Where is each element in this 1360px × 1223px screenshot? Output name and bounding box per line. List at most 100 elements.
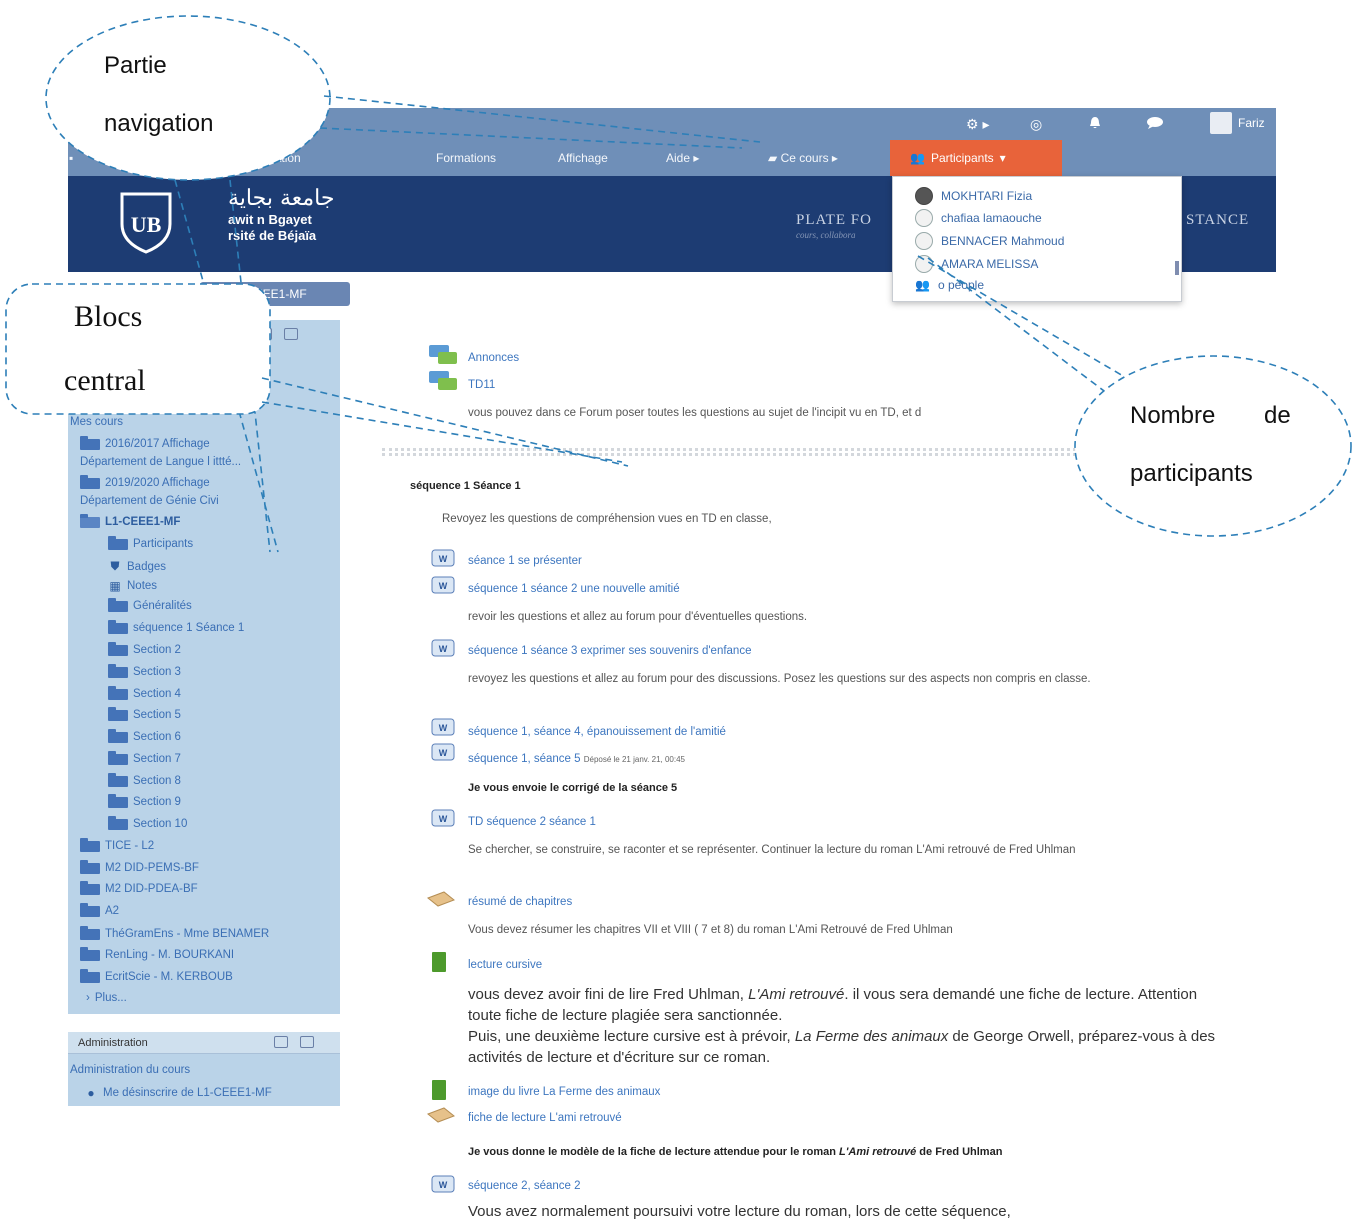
help-icon[interactable]: ◎: [1030, 116, 1042, 132]
nav-item-collaboration[interactable]: Collaboration: [230, 151, 301, 165]
activity-resume-chapitres[interactable]: résumé de chapitres: [468, 896, 572, 908]
user-menu[interactable]: Fariz: [1210, 112, 1265, 134]
nav-participants-button[interactable]: 👥 Participants ▾: [890, 140, 1062, 176]
sidebar-item-section-10[interactable]: Section 10: [108, 815, 187, 830]
sidebar-item-section-3[interactable]: Section 3: [108, 663, 181, 678]
activity-seance-5[interactable]: séquence 1, séance 5 Déposé le 21 janv. …: [468, 753, 685, 765]
sidebar-item-ecritscie[interactable]: EcritScie - M. KERBOUB: [80, 968, 233, 983]
avatar: [915, 255, 933, 273]
sidebar-item-2019-2020[interactable]: 2019/2020 Affichage: [80, 474, 210, 489]
dropdown-scrollbar[interactable]: [1175, 261, 1179, 275]
sidebar-item-l1-ceee1-mf[interactable]: L1-CEEE1-MF: [80, 513, 180, 528]
activity-td-sequence-2[interactable]: TD séquence 2 séance 1: [468, 816, 596, 828]
course-tab[interactable]: CEEE1-MF: [200, 282, 350, 306]
activity-seance-3[interactable]: séquence 1 séance 3 exprimer ses souveni…: [468, 645, 751, 657]
sidebar-item-plus[interactable]: › Plus...: [86, 992, 127, 1004]
svg-text:W: W: [439, 814, 448, 824]
participant-item[interactable]: BENNACER Mahmoud: [915, 232, 1064, 250]
svg-text:W: W: [439, 1180, 448, 1190]
sidebar-item-a2[interactable]: A2: [80, 902, 119, 917]
lecture-cursive-paragraph-1: vous devez avoir fini de lire Fred Uhlma…: [468, 984, 1228, 1026]
folder-icon: [80, 474, 100, 489]
word-document-icon: W: [431, 639, 455, 657]
folder-icon: [108, 815, 128, 830]
sidebar-item-renling[interactable]: RenLing - M. BOURKANI: [80, 946, 234, 961]
activity-image-ferme[interactable]: image du livre La Ferme des animaux: [468, 1086, 660, 1098]
sidebar-item-m2-did-pems-bf[interactable]: M2 DID-PEMS-BF: [80, 859, 199, 874]
sidebar-item-notes[interactable]: ▦ Notes: [108, 579, 157, 593]
participant-item[interactable]: MOKHTARI Fizia: [915, 187, 1032, 205]
chevron-right-icon: ›: [86, 992, 90, 1004]
university-logo[interactable]: UB: [116, 190, 176, 254]
sidebar-item-sequence-1[interactable]: séquence 1 Séance 1: [108, 619, 245, 634]
sidebar-item-thegramens[interactable]: ThéGramEns - Mme BENAMER: [80, 925, 269, 940]
callout-navigation-line1: Partie: [104, 52, 167, 79]
admin-item-administration-du-cours[interactable]: Administration du cours: [70, 1064, 190, 1076]
sidebar-item-label: Me désinscrire de L1-CEEE1-MF: [103, 1087, 272, 1099]
bell-icon[interactable]: [1088, 116, 1102, 133]
collapse-icon[interactable]: [258, 328, 272, 340]
svg-text:W: W: [439, 581, 448, 591]
book-icon: ▰: [768, 151, 778, 165]
chat-icon[interactable]: [1146, 116, 1164, 133]
sidebar-item-label: Plus...: [94, 992, 127, 1004]
sidebar-item-label: 2016/2017 Affichage: [105, 438, 210, 450]
folder-icon: [80, 946, 100, 961]
nav-item-aide[interactable]: Aide ▸: [666, 151, 699, 165]
platform-title-end: STANCE: [1186, 212, 1250, 228]
sidebar-item-mes-cours[interactable]: Mes cours: [70, 416, 123, 428]
participant-item[interactable]: chafiaa lamaouche: [915, 209, 1042, 227]
callout-navigation-line2: navigation: [104, 110, 214, 137]
sidebar-item-badges[interactable]: ⛊ Badges: [108, 559, 166, 574]
activity-td11[interactable]: TD11: [468, 379, 495, 391]
svg-text:W: W: [439, 723, 448, 733]
collapse-icon[interactable]: [274, 1036, 288, 1048]
sidebar-item-m2-did-pdea-bf[interactable]: M2 DID-PDEA-BF: [80, 880, 198, 895]
sidebar-item-section-2[interactable]: Section 2: [108, 641, 181, 656]
sidebar-item-departement-genie-civil[interactable]: Département de Génie Civi: [80, 495, 219, 507]
folder-icon: [108, 641, 128, 656]
activity-seance-2[interactable]: séquence 1 séance 2 une nouvelle amitié: [468, 583, 680, 595]
activity-lecture-cursive[interactable]: lecture cursive: [468, 959, 542, 971]
sidebar-item-section-9[interactable]: Section 9: [108, 793, 181, 808]
sidebar-item-section-8[interactable]: Section 8: [108, 772, 181, 787]
sidebar-item-participants[interactable]: Participants: [108, 535, 193, 550]
folder-icon: [80, 880, 100, 895]
activity-sequence-2-seance-2[interactable]: séquence 2, séance 2: [468, 1180, 581, 1192]
user-name: Fariz: [1238, 116, 1265, 130]
avatar: [1210, 112, 1232, 134]
dock-icon[interactable]: [300, 1036, 314, 1048]
home-icon[interactable]: ▪: [69, 151, 73, 165]
platform-title: PLATE FO: [796, 212, 872, 228]
activity-fiche-lecture[interactable]: fiche de lecture L'ami retrouvé: [468, 1112, 622, 1124]
activity-seance-4[interactable]: séquence 1, séance 4, épanouissement de …: [468, 726, 726, 738]
folder-icon: [108, 597, 128, 612]
sidebar-item-label: Administration du cours: [70, 1064, 191, 1076]
activity-annonces[interactable]: Annonces: [468, 352, 519, 364]
sidebar-item-section-6[interactable]: Section 6: [108, 728, 181, 743]
folder-icon: [108, 685, 128, 700]
nav-item-ce-cours[interactable]: ▰ Ce cours ▸: [768, 151, 838, 165]
folder-icon: [108, 663, 128, 678]
nav-item-formations[interactable]: Formations: [436, 151, 496, 165]
folder-icon: [108, 772, 128, 787]
sidebar-item-tice-l2[interactable]: TICE - L2: [80, 837, 154, 852]
sidebar-item-label: séquence 1 Séance 1: [133, 622, 245, 634]
participant-item[interactable]: AMARA MELISSA: [915, 255, 1038, 273]
sidebar-item-section-7[interactable]: Section 7: [108, 750, 181, 765]
admin-item-unenrol[interactable]: ● Me désinscrire de L1-CEEE1-MF: [84, 1086, 272, 1100]
nav-item-affichage[interactable]: Affichage: [558, 151, 608, 165]
gear-icon[interactable]: ⚙ ▸: [966, 116, 989, 132]
sidebar-item-section-4[interactable]: Section 4: [108, 685, 181, 700]
more-participants-link[interactable]: 👥 o people: [915, 278, 984, 292]
sidebar-item-departement-langue[interactable]: Département de Langue l ittté...: [80, 456, 241, 468]
dock-icon[interactable]: [284, 328, 298, 340]
sidebar-item-label: Section 5: [133, 709, 181, 721]
svg-text:UB: UB: [131, 212, 162, 237]
sidebar-item-2016-2017[interactable]: 2016/2017 Affichage: [80, 435, 210, 450]
sidebar-item-section-5[interactable]: Section 5: [108, 706, 181, 721]
book-icon: [432, 952, 446, 972]
sidebar-item-generalites[interactable]: Généralités: [108, 597, 192, 612]
activity-seance-1[interactable]: séance 1 se présenter: [468, 555, 582, 567]
platform-subtitle: cours, collabora: [796, 230, 856, 240]
